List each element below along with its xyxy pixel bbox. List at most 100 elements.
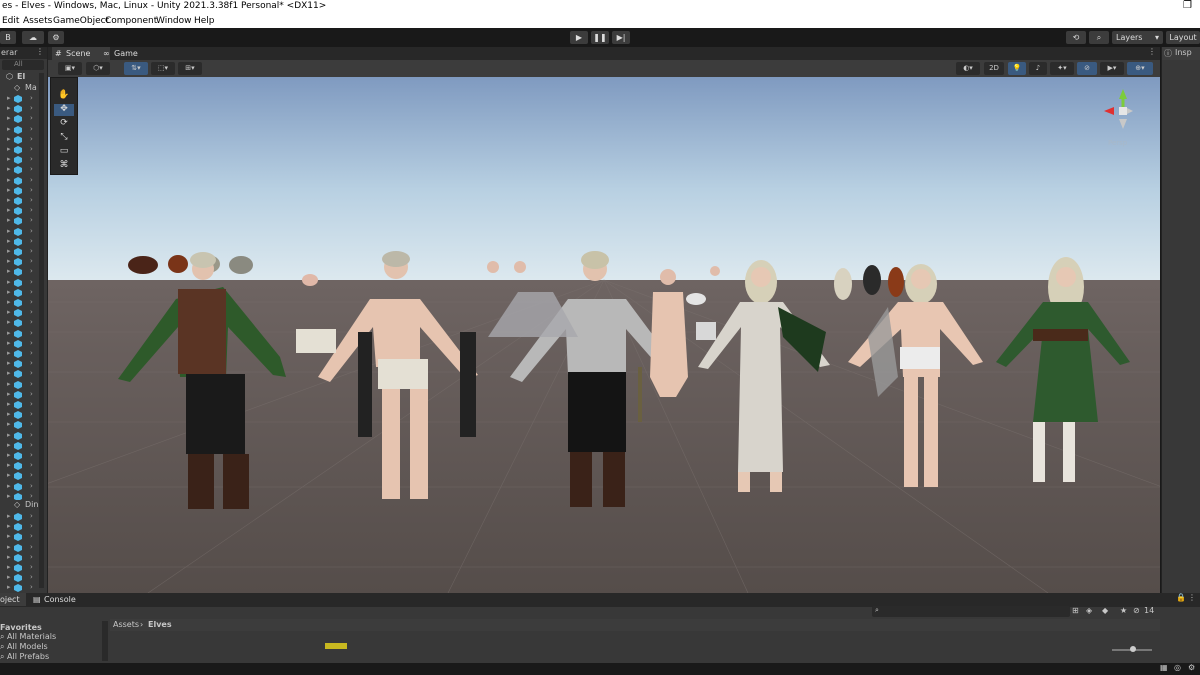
hidden-packages-icon[interactable]: ⊘ bbox=[1133, 606, 1140, 615]
expand-arrow-icon[interactable]: ▸ bbox=[7, 573, 11, 581]
expand-arrow-icon[interactable]: ▸ bbox=[7, 125, 11, 133]
expand-arrow-icon[interactable]: ▸ bbox=[7, 420, 11, 428]
chevron-right-icon[interactable]: › bbox=[30, 522, 33, 530]
expand-arrow-icon[interactable]: ▸ bbox=[7, 308, 11, 316]
expand-arrow-icon[interactable]: ▸ bbox=[7, 288, 11, 296]
layout-dropdown[interactable]: Layout bbox=[1166, 31, 1200, 44]
debug-icon[interactable]: ⚙ bbox=[1188, 663, 1195, 672]
chevron-right-icon[interactable]: › bbox=[30, 237, 33, 245]
mode-2d-button[interactable]: 2D bbox=[984, 62, 1004, 75]
expand-arrow-icon[interactable]: ▸ bbox=[7, 114, 11, 122]
chevron-right-icon[interactable]: › bbox=[30, 461, 33, 469]
chevron-right-icon[interactable]: › bbox=[30, 288, 33, 296]
chevron-right-icon[interactable]: › bbox=[30, 390, 33, 398]
expand-arrow-icon[interactable]: ▸ bbox=[7, 400, 11, 408]
expand-arrow-icon[interactable]: ▸ bbox=[7, 451, 11, 459]
draw-mode-icon[interactable]: ▣▾ bbox=[58, 62, 82, 75]
tab-game[interactable]: ∞ Game bbox=[100, 47, 156, 60]
more-icon[interactable]: ⋮ bbox=[36, 47, 44, 56]
chevron-right-icon[interactable]: › bbox=[30, 227, 33, 235]
scene-canvas[interactable]: Persp bbox=[48, 77, 1160, 593]
rotate-tool-icon[interactable]: ⟳ bbox=[54, 118, 74, 130]
scale-tool-icon[interactable]: ⤡ bbox=[54, 132, 74, 144]
rect-tool-icon[interactable]: ▭ bbox=[54, 146, 74, 158]
gizmos-icon[interactable]: ⊕▾ bbox=[1127, 62, 1153, 75]
expand-arrow-icon[interactable]: ▸ bbox=[7, 349, 11, 357]
chevron-right-icon[interactable]: › bbox=[30, 410, 33, 418]
chevron-right-icon[interactable]: › bbox=[30, 298, 33, 306]
chevron-right-icon[interactable]: › bbox=[30, 512, 33, 520]
bake-icon[interactable]: ▦ bbox=[1160, 663, 1168, 672]
chevron-right-icon[interactable]: › bbox=[30, 278, 33, 286]
hierarchy-search-input[interactable]: All bbox=[2, 60, 44, 70]
menu-help[interactable]: Help bbox=[194, 16, 215, 26]
pause-button[interactable]: ❚❚ bbox=[591, 31, 609, 44]
hand-tool-icon[interactable]: ✋ bbox=[54, 90, 74, 102]
expand-arrow-icon[interactable]: ▸ bbox=[7, 176, 11, 184]
chevron-right-icon[interactable]: › bbox=[30, 563, 33, 571]
chevron-right-icon[interactable]: › bbox=[30, 135, 33, 143]
expand-arrow-icon[interactable]: ▸ bbox=[7, 512, 11, 520]
chevron-right-icon[interactable]: › bbox=[30, 532, 33, 540]
expand-arrow-icon[interactable]: ▸ bbox=[7, 431, 11, 439]
expand-arrow-icon[interactable]: ▸ bbox=[7, 216, 11, 224]
chevron-right-icon[interactable]: › bbox=[30, 186, 33, 194]
menu-gameobject[interactable]: GameObject bbox=[53, 16, 109, 26]
expand-arrow-icon[interactable]: ▸ bbox=[7, 359, 11, 367]
chevron-right-icon[interactable]: › bbox=[30, 451, 33, 459]
expand-arrow-icon[interactable]: ▸ bbox=[7, 267, 11, 275]
chevron-right-icon[interactable]: › bbox=[30, 165, 33, 173]
expand-arrow-icon[interactable]: ▸ bbox=[7, 94, 11, 102]
chevron-right-icon[interactable]: › bbox=[30, 114, 33, 122]
persp-label[interactable]: Persp bbox=[1108, 139, 1128, 147]
chevron-right-icon[interactable]: › bbox=[30, 155, 33, 163]
expand-arrow-icon[interactable]: ▸ bbox=[7, 318, 11, 326]
hierarchy-tab[interactable]: erar ⋮ bbox=[0, 47, 47, 59]
expand-arrow-icon[interactable]: ▸ bbox=[7, 227, 11, 235]
expand-arrow-icon[interactable]: ▸ bbox=[7, 135, 11, 143]
history-icon[interactable]: ⟲ bbox=[1066, 31, 1086, 44]
transform-tool-icon[interactable]: ⌘ bbox=[54, 160, 74, 172]
expand-arrow-icon[interactable]: ▸ bbox=[7, 339, 11, 347]
tag-icon[interactable]: ◆ bbox=[1102, 606, 1108, 615]
account-button[interactable]: B bbox=[0, 31, 16, 44]
menu-edit[interactable]: Edit bbox=[2, 16, 19, 26]
cloud-icon[interactable]: ☁ bbox=[22, 31, 44, 44]
expand-arrow-icon[interactable]: ▸ bbox=[7, 410, 11, 418]
chevron-right-icon[interactable]: › bbox=[30, 257, 33, 265]
render-icon[interactable]: ◐▾ bbox=[956, 62, 980, 75]
breadcrumb-elves[interactable]: Elves bbox=[148, 620, 172, 629]
expand-arrow-icon[interactable]: ▸ bbox=[7, 247, 11, 255]
layers-dropdown[interactable]: Layers ▾ bbox=[1112, 31, 1163, 44]
restore-icon[interactable]: ❐ bbox=[1183, 0, 1192, 11]
scene-viewport[interactable]: Persp ✋ ✥ ⟳ ⤡ ▭ ⌘ bbox=[48, 77, 1160, 593]
chevron-right-icon[interactable]: › bbox=[30, 431, 33, 439]
chevron-right-icon[interactable]: › bbox=[30, 369, 33, 377]
menu-component[interactable]: Component bbox=[105, 16, 157, 26]
shading-icon[interactable]: ⬡▾ bbox=[86, 62, 110, 75]
chevron-right-icon[interactable]: › bbox=[30, 104, 33, 112]
expand-arrow-icon[interactable]: ▸ bbox=[7, 471, 11, 479]
expand-arrow-icon[interactable]: ▸ bbox=[7, 532, 11, 540]
chevron-right-icon[interactable]: › bbox=[30, 308, 33, 316]
tab-project[interactable]: oject bbox=[0, 593, 26, 606]
chevron-right-icon[interactable]: › bbox=[30, 553, 33, 561]
chevron-right-icon[interactable]: › bbox=[30, 94, 33, 102]
chevron-right-icon[interactable]: › bbox=[30, 267, 33, 275]
favorites-scrollbar[interactable] bbox=[102, 621, 108, 661]
snap-icon[interactable]: ⊞▾ bbox=[178, 62, 202, 75]
zoom-slider-handle[interactable] bbox=[1130, 646, 1136, 652]
favorite-item[interactable]: ⌕ All Models bbox=[0, 642, 48, 652]
audio-icon[interactable]: ♪ bbox=[1029, 62, 1047, 75]
lighting-icon[interactable]: ◎ bbox=[1174, 663, 1181, 672]
expand-arrow-icon[interactable]: ▸ bbox=[7, 298, 11, 306]
expand-arrow-icon[interactable]: ▸ bbox=[7, 441, 11, 449]
expand-arrow-icon[interactable]: ▸ bbox=[7, 257, 11, 265]
expand-arrow-icon[interactable]: ▸ bbox=[7, 237, 11, 245]
chevron-right-icon[interactable]: › bbox=[30, 420, 33, 428]
chevron-right-icon[interactable]: › bbox=[30, 573, 33, 581]
chevron-right-icon[interactable]: › bbox=[30, 380, 33, 388]
project-search-input[interactable]: ⌕ bbox=[872, 606, 1070, 617]
tab-inspector[interactable]: ⓘ Insp bbox=[1162, 47, 1200, 60]
chevron-right-icon[interactable]: › bbox=[30, 196, 33, 204]
